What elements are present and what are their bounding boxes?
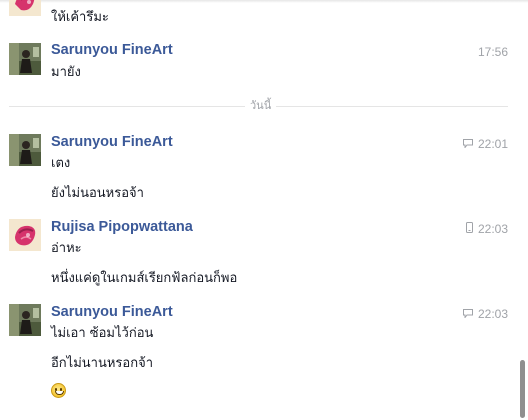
avatar-sarunyou[interactable] xyxy=(9,43,41,75)
message-text: เตง xyxy=(51,156,71,171)
date-divider-label: วันนี้ xyxy=(245,99,277,113)
chat-conversation-pane: ให้เค้ารึมะ Sarunyou FineArt 17:56 มายัง… xyxy=(0,0,528,420)
avatar-sarunyou[interactable] xyxy=(9,304,41,336)
message-text: อ่าหะ xyxy=(51,241,82,256)
timestamp-text: 17:56 xyxy=(477,45,508,59)
message-text: หนึ่งแค่ดูในเกมส์เรียกฟ้ลก่อนก็พอ xyxy=(51,271,238,286)
message-text: ไม่เอา ซ้อมไว้ก่อน xyxy=(51,326,154,341)
message-timestamp: 22:03 xyxy=(465,222,508,236)
message-text: มายัง xyxy=(51,65,81,80)
sender-name[interactable]: Sarunyou FineArt xyxy=(51,42,173,58)
timestamp-text: 22:03 xyxy=(477,307,508,321)
scrollbar-thumb[interactable] xyxy=(520,360,525,418)
scrollbar-track[interactable] xyxy=(520,0,528,420)
avatar-rujisa-partial[interactable] xyxy=(9,0,41,16)
timestamp-text: 22:01 xyxy=(477,137,508,151)
avatar-rujisa[interactable] xyxy=(9,219,41,251)
message-text: อีกไม่นานหรอกจ้า xyxy=(51,356,154,371)
smiley-emoji-icon xyxy=(51,383,66,398)
message-timestamp: 22:03 xyxy=(462,307,508,321)
message-text: ให้เค้ารึมะ xyxy=(51,10,109,25)
message-text: ยังไม่นอนหรอจ้า xyxy=(51,186,144,201)
top-edge-shadow xyxy=(0,0,528,3)
timestamp-text: 22:03 xyxy=(477,222,508,236)
sender-name[interactable]: Sarunyou FineArt xyxy=(51,134,173,150)
chat-bubble-icon xyxy=(462,137,473,151)
avatar-sarunyou[interactable] xyxy=(9,134,41,166)
message-timestamp: 17:56 xyxy=(478,45,508,59)
chat-bubble-icon xyxy=(462,307,473,321)
message-timestamp: 22:01 xyxy=(462,137,508,151)
mobile-phone-icon xyxy=(465,222,473,236)
sender-name[interactable]: Rujisa Pipopwattana xyxy=(51,219,193,235)
sender-name[interactable]: Sarunyou FineArt xyxy=(51,304,173,320)
